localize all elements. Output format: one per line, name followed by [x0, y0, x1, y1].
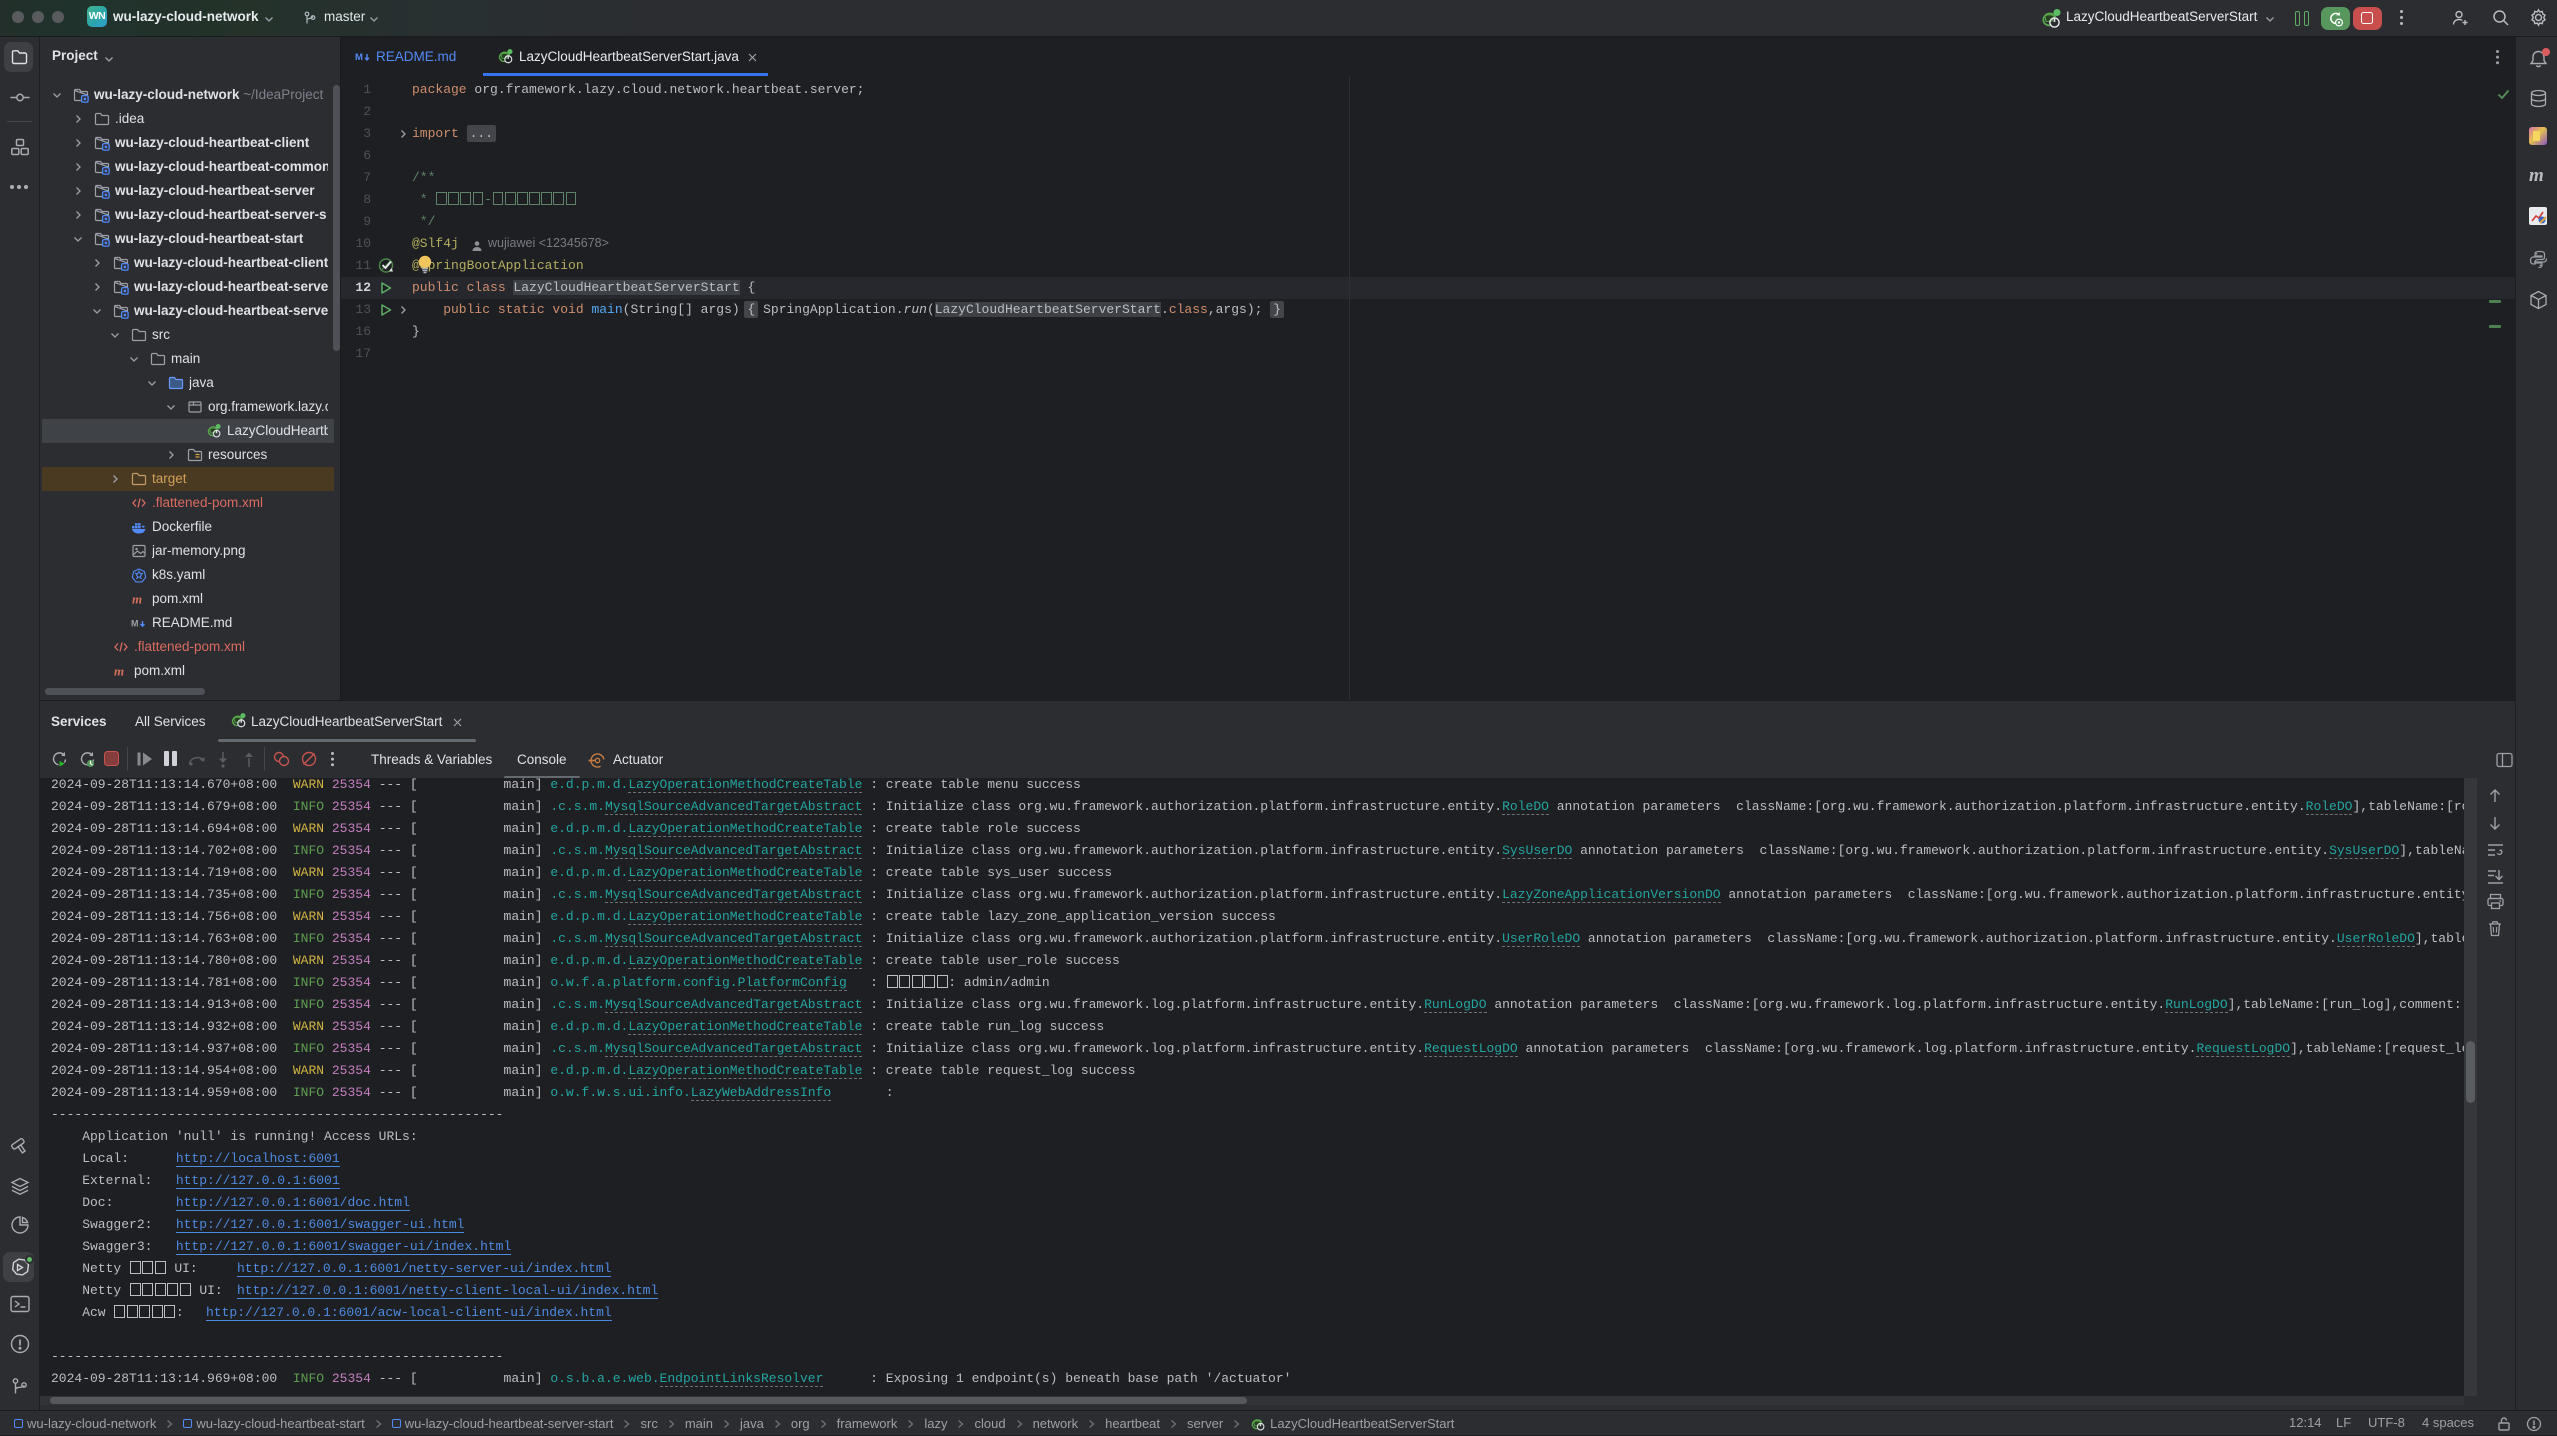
svg-text:m: m	[132, 592, 142, 607]
svg-text:m: m	[114, 664, 124, 679]
svg-text:M: M	[355, 52, 363, 63]
svg-text:M: M	[131, 619, 139, 629]
